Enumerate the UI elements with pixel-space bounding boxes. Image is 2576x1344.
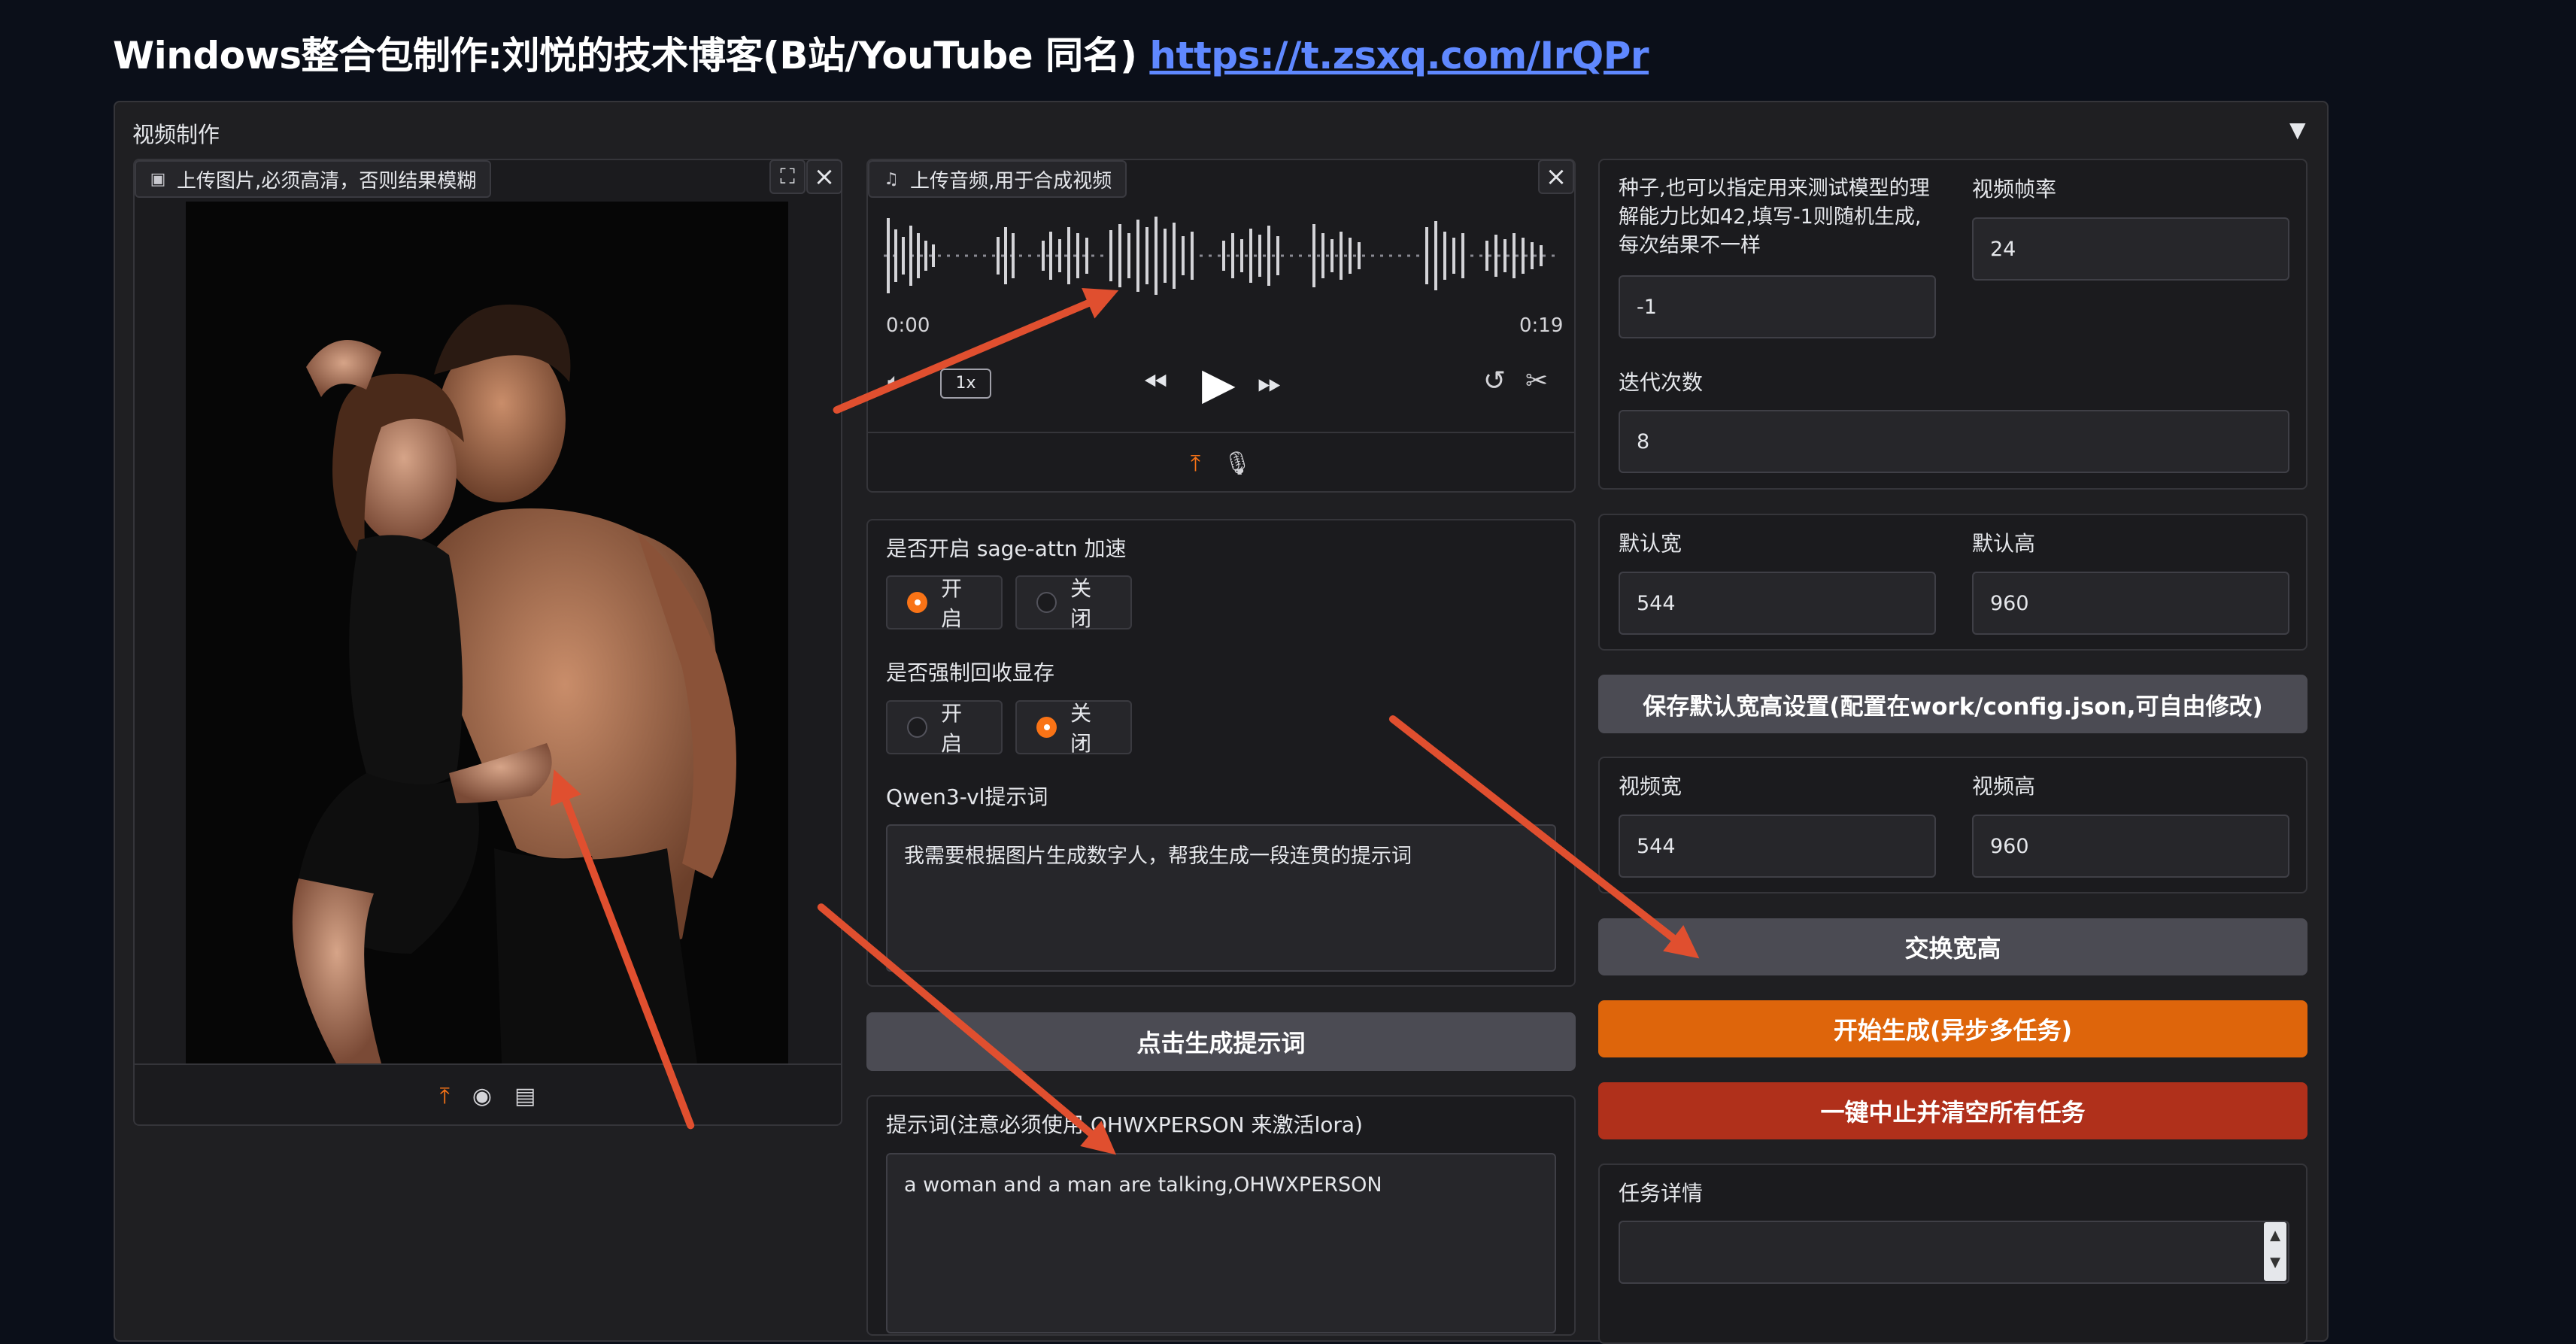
fast-forward-icon[interactable]: ⏩︎	[1258, 366, 1282, 400]
task-detail-scrollbar[interactable]: ▲ ▼	[2264, 1222, 2286, 1281]
sage-on-label: 开启	[941, 576, 963, 631]
audio-time-start: 0:00	[886, 314, 930, 337]
accordion-caret-icon[interactable]: ▼	[2289, 117, 2306, 142]
video-width-label: 视频宽	[1619, 774, 1682, 799]
play-icon[interactable]: ▶︎	[1202, 358, 1236, 409]
stop-all-tasks-button[interactable]: 一键中止并清空所有任务	[1598, 1082, 2307, 1139]
page-title: Windows整合包制作:刘悦的技术博客(B站/YouTube 同名) http…	[113, 26, 1649, 80]
image-upload-label-text: 上传图片,必须高清，否则结果模糊	[177, 169, 477, 193]
save-default-size-button[interactable]: 保存默认宽高设置(配置在work/config.json,可自由修改)	[1598, 675, 2307, 733]
video-height-label: 视频高	[1972, 774, 2036, 799]
start-generation-button[interactable]: 开始生成(异步多任务)	[1598, 1000, 2307, 1057]
video-height-input[interactable]: 960	[1972, 815, 2289, 878]
prompt-textarea[interactable]: a woman and a man are talking,OHWXPERSON	[886, 1153, 1556, 1333]
scroll-up-icon[interactable]: ▲	[2264, 1222, 2286, 1249]
recycle-off-radio[interactable]: 关闭	[1015, 700, 1132, 756]
seed-input[interactable]: -1	[1619, 275, 1936, 338]
video-width-input[interactable]: 544	[1619, 815, 1936, 878]
audio-source-toolbar: ⤒ 🎙︎	[866, 432, 1576, 493]
webcam-icon[interactable]: ◉	[472, 1083, 492, 1109]
radio-dot	[907, 717, 928, 738]
fps-input[interactable]: 24	[1972, 217, 2289, 281]
recycle-off-label: 关闭	[1070, 701, 1092, 756]
header-link[interactable]: https://t.zsxq.com/IrQPr	[1149, 34, 1649, 77]
upload-icon[interactable]: ⤒	[440, 1083, 450, 1109]
default-height-label: 默认高	[1972, 531, 2036, 556]
audio-upload-label-text: 上传音频,用于合成视频	[910, 169, 1112, 193]
audio-time-end: 0:19	[1519, 314, 1564, 337]
qwen-prompt-textarea[interactable]: 我需要根据图片生成数字人，帮我生成一段连贯的提示词	[886, 824, 1556, 972]
steps-label: 迭代次数	[1619, 370, 1704, 395]
microphone-icon[interactable]: 🎙︎	[1223, 451, 1252, 477]
task-detail-label: 任务详情	[1619, 1181, 1704, 1206]
qwen-prompt-label: Qwen3-vl提示词	[886, 784, 1048, 809]
default-height-input[interactable]: 960	[1972, 572, 2289, 635]
uploaded-photo	[186, 202, 788, 1063]
recycle-vram-label: 是否强制回收显存	[886, 660, 1055, 685]
generate-prompt-button[interactable]: 点击生成提示词	[866, 1012, 1576, 1071]
music-note-icon: ♫	[884, 169, 899, 189]
rewind-icon[interactable]: ⏪︎	[1143, 366, 1167, 400]
radio-dot-selected	[907, 592, 928, 613]
sage-off-radio[interactable]: 关闭	[1015, 575, 1132, 631]
playback-speed-button[interactable]: 1x	[940, 369, 991, 399]
default-width-input[interactable]: 544	[1619, 572, 1936, 635]
default-width-label: 默认宽	[1619, 531, 1682, 556]
image-icon: ▣	[150, 169, 166, 189]
task-detail-textarea[interactable]	[1619, 1221, 2289, 1284]
prompt-label: 提示词(注意必须使用 OHWXPERSON 来激活lora)	[886, 1112, 1363, 1137]
audio-close-icon[interactable]: ×	[1538, 159, 1574, 194]
close-icon[interactable]: ×	[806, 159, 842, 194]
audio-upload-label: ♫ 上传音频,用于合成视频	[868, 160, 1127, 198]
clipboard-icon[interactable]: ▤	[514, 1083, 536, 1109]
sage-off-label: 关闭	[1070, 576, 1092, 631]
radio-dot-selected	[1036, 717, 1057, 738]
steps-input[interactable]: 8	[1619, 410, 2289, 473]
image-source-toolbar: ⤒ ◉ ▤	[133, 1063, 842, 1127]
reset-icon[interactable]: ↺	[1483, 366, 1506, 396]
fps-label: 视频帧率	[1972, 177, 2057, 202]
sage-on-radio[interactable]: 开启	[886, 575, 1003, 631]
recycle-on-label: 开启	[941, 701, 963, 756]
image-upload-label: ▣ 上传图片,必须高清，否则结果模糊	[135, 160, 492, 198]
fullscreen-icon[interactable]: ⛶	[769, 159, 806, 194]
scroll-down-icon[interactable]: ▼	[2264, 1249, 2286, 1276]
audio-upload-icon[interactable]: ⤒	[1191, 451, 1200, 477]
page-title-text: Windows整合包制作:刘悦的技术博客(B站/YouTube 同名)	[113, 34, 1137, 77]
trim-scissors-icon[interactable]: ✂︎	[1525, 366, 1548, 396]
recycle-on-radio[interactable]: 开启	[886, 700, 1003, 756]
seed-label: 种子,也可以指定用来测试模型的理解能力比如42,填写-1则随机生成,每次结果不一…	[1619, 177, 1930, 257]
radio-dot	[1036, 592, 1057, 613]
sage-attn-label: 是否开启 sage-attn 加速	[886, 536, 1127, 561]
accordion-title[interactable]: 视频制作	[132, 117, 220, 149]
photo-illustration	[186, 202, 788, 1063]
audio-waveform[interactable]	[884, 211, 1557, 301]
